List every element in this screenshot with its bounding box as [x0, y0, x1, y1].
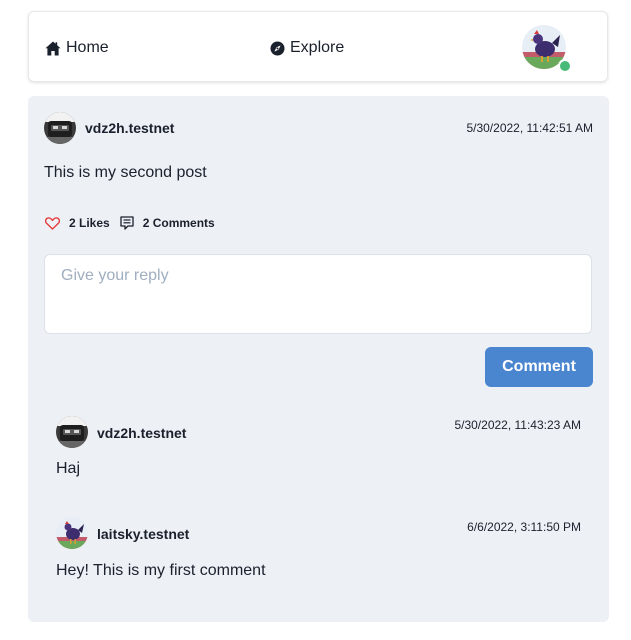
post-content: This is my second post [44, 164, 207, 181]
post-stats: 2 Likes 2 Comments [45, 216, 215, 230]
post-timestamp: 5/30/2022, 11:42:51 AM [466, 121, 593, 135]
post-card: vdz2h.testnet 5/30/2022, 11:42:51 AM Thi… [28, 96, 609, 622]
online-status-indicator [558, 59, 572, 73]
post-author-name[interactable]: vdz2h.testnet [85, 120, 174, 136]
heart-icon [45, 216, 60, 230]
comment-timestamp: 6/6/2022, 3:11:50 PM [467, 520, 581, 534]
comment-author-avatar[interactable] [56, 416, 88, 448]
comment-timestamp: 5/30/2022, 11:43:23 AM [454, 418, 581, 432]
reply-input[interactable] [44, 254, 592, 334]
nav-home-label: Home [66, 39, 109, 56]
user-avatar-button[interactable] [522, 25, 572, 73]
comment-author-name[interactable]: vdz2h.testnet [97, 425, 186, 441]
avatar [44, 112, 76, 144]
comment-submit-button[interactable]: Comment [485, 347, 593, 387]
like-button[interactable]: 2 Likes [45, 216, 110, 230]
top-nav: Home Explore [28, 11, 608, 82]
comment-author-avatar[interactable] [56, 517, 88, 549]
post-author-avatar[interactable] [44, 112, 76, 144]
nav-explore-link[interactable]: Explore [270, 38, 344, 58]
comment-icon [120, 216, 134, 230]
comment-content: Hey! This is my first comment [56, 562, 266, 579]
comment-content: Haj [56, 460, 81, 477]
nav-home-link[interactable]: Home [45, 38, 109, 58]
comments-button[interactable]: 2 Comments [120, 216, 215, 230]
avatar [56, 416, 88, 448]
home-icon [45, 41, 61, 55]
avatar [56, 517, 88, 549]
comments-count: 2 Comments [142, 216, 215, 230]
nav-explore-label: Explore [290, 39, 345, 56]
comment-author-name[interactable]: laitsky.testnet [97, 526, 189, 542]
likes-count: 2 Likes [69, 216, 110, 230]
compass-icon [270, 41, 285, 55]
